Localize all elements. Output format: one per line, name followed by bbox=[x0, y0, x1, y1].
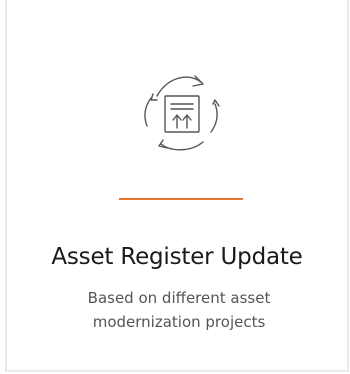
card-description: Based on different asset modernization p… bbox=[87, 289, 271, 331]
asset-cycle-upload-icon bbox=[137, 60, 227, 160]
service-card: Asset Register Update Based on different… bbox=[5, 0, 349, 372]
accent-divider bbox=[119, 198, 243, 200]
card-title: Asset Register Update bbox=[51, 244, 303, 270]
